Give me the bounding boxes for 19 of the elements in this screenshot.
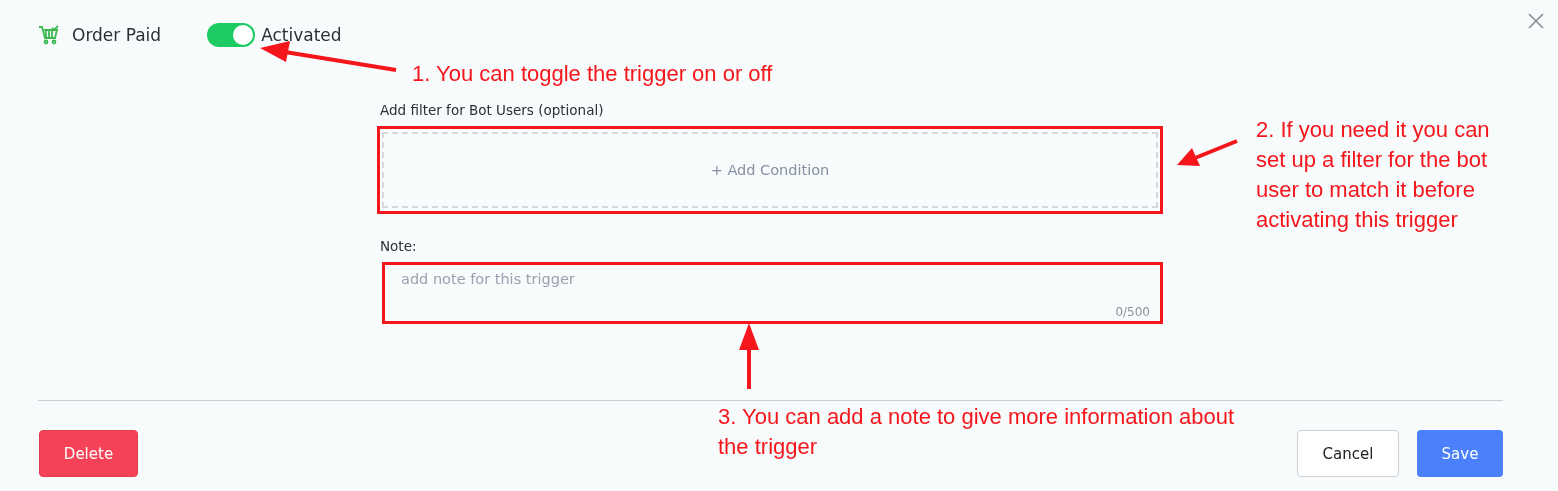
- cancel-button[interactable]: Cancel: [1297, 430, 1399, 477]
- toggle-switch[interactable]: [207, 23, 256, 47]
- delete-button[interactable]: Delete: [39, 430, 138, 477]
- trigger-title: Order Paid: [72, 25, 162, 45]
- arrow: [1177, 139, 1238, 166]
- note-input[interactable]: add note for this trigger: [385, 265, 1160, 293]
- annotation-text: 1. You can toggle the trigger on or off: [412, 60, 773, 88]
- add-condition-button[interactable]: + Add Condition: [382, 132, 1158, 208]
- toggle-label: Activated: [261, 25, 342, 45]
- character-counter: 0/500: [1115, 305, 1150, 319]
- annotation-text: 3. You can add a note to give more information about the trigger: [718, 403, 1236, 461]
- annotation-text: 2. If you need it you can set up a filter for the bot user to match it before activating this trigger: [1256, 116, 1491, 234]
- note-field[interactable]: add note for this trigger 0/500: [382, 262, 1163, 324]
- shopping-cart-icon: [38, 24, 60, 46]
- filter-label: Add filter for Bot Users (optional): [380, 102, 605, 118]
- close-icon[interactable]: [1526, 11, 1546, 31]
- note-label: Note:: [380, 238, 418, 254]
- arrow: [739, 323, 759, 389]
- save-button[interactable]: Save: [1417, 430, 1503, 477]
